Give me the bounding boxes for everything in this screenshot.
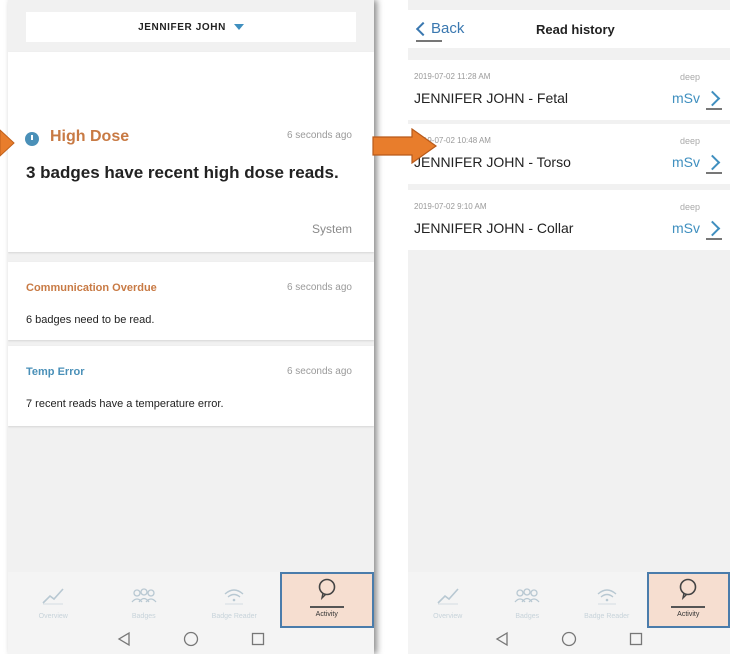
recents-square-icon[interactable] (251, 632, 265, 651)
communication-overdue-card[interactable]: Communication Overdue 6 seconds ago 6 ba… (8, 262, 374, 340)
chart-line-icon (42, 585, 64, 607)
nav-label: Activity (677, 611, 700, 618)
read-history-row[interactable]: 2019-07-02 11:28 AM JENNIFER JOHN - Feta… (408, 60, 730, 120)
read-depth: deep (679, 136, 700, 146)
back-underline (416, 40, 442, 42)
alert-time: 6 seconds ago (286, 366, 352, 377)
callout-arrow-icon (0, 129, 15, 157)
nav-label: Badge Reader (211, 613, 257, 620)
alert-time: 6 seconds ago (286, 282, 352, 293)
info-dot-icon (25, 132, 39, 146)
alert-title: Communication Overdue (26, 282, 157, 294)
read-name: JENNIFER JOHN - Fetal (414, 90, 569, 106)
recents-square-icon[interactable] (629, 632, 643, 651)
people-group-icon (514, 585, 540, 607)
nav-label: Activity (315, 611, 338, 618)
active-indicator (671, 606, 706, 608)
read-depth: deep (679, 72, 700, 82)
nav-label: Overview (433, 613, 463, 620)
nav-label: Badge Reader (584, 613, 630, 620)
nav-badges[interactable]: Badges (99, 572, 190, 628)
home-circle-icon[interactable] (561, 631, 577, 652)
read-date: 2019-07-02 9:10 AM (414, 202, 487, 211)
read-history-row[interactable]: 2019-07-02 10:48 AM JENNIFER JOHN - Tors… (408, 124, 730, 184)
alert-title: High Dose (50, 128, 130, 145)
nav-label: Badges (131, 613, 156, 620)
chart-line-icon (437, 585, 459, 607)
nav-label: Badges (515, 613, 540, 620)
alert-title: Temp Error (26, 366, 85, 378)
wifi-icon (596, 585, 618, 607)
nav-overview[interactable]: Overview (408, 572, 488, 628)
chevron-right-icon[interactable] (706, 220, 722, 240)
nav-activity[interactable]: Activity (279, 572, 374, 628)
speech-bubble-icon (317, 578, 337, 600)
bottom-nav: Overview Badges Badge Reader Activity (8, 572, 374, 628)
chevron-left-icon (415, 21, 431, 36)
people-group-icon (131, 585, 157, 607)
callout-arrow-icon (372, 128, 438, 164)
system-nav-bar (408, 628, 730, 654)
alert-message: 3 badges have recent high dose reads. (26, 163, 339, 182)
read-history-header: Back Read history (408, 10, 730, 48)
back-button[interactable]: Back (415, 20, 465, 37)
high-dose-alert-card[interactable]: High Dose 6 seconds ago 3 badges have re… (8, 52, 374, 252)
system-nav-bar (8, 628, 374, 654)
page-title: Read history (536, 22, 615, 37)
caret-down-icon (233, 24, 244, 30)
wifi-icon (223, 585, 245, 607)
bottom-nav: Overview Badges Badge Reader Activity (408, 572, 730, 628)
back-label: Back (431, 20, 465, 37)
back-triangle-icon[interactable] (117, 631, 131, 652)
nav-label: Overview (38, 613, 68, 620)
nav-badges[interactable]: Badges (488, 572, 568, 628)
read-unit: mSv (672, 220, 700, 236)
chevron-right-icon[interactable] (706, 90, 722, 110)
user-name: JENNIFER JOHN (138, 21, 226, 33)
nav-overview[interactable]: Overview (8, 572, 99, 628)
alerts-screen: JENNIFER JOHN High Dose 6 seconds ago 3 … (8, 0, 374, 654)
read-depth: deep (679, 202, 700, 212)
temp-error-card[interactable]: Temp Error 6 seconds ago 7 recent reads … (8, 346, 374, 426)
alert-message: 6 badges need to be read. (26, 314, 155, 326)
nav-badge-reader[interactable]: Badge Reader (567, 572, 647, 628)
active-indicator (309, 606, 344, 608)
nav-badge-reader[interactable]: Badge Reader (189, 572, 280, 628)
speech-bubble-icon (678, 578, 698, 600)
home-circle-icon[interactable] (183, 631, 199, 652)
user-selector[interactable]: JENNIFER JOHN (26, 12, 356, 42)
read-history-row[interactable]: 2019-07-02 9:10 AM JENNIFER JOHN - Colla… (408, 190, 730, 250)
back-triangle-icon[interactable] (495, 631, 509, 652)
read-history-screen: Back Read history 2019-07-02 11:28 AM JE… (408, 0, 730, 654)
alert-source: System (311, 222, 352, 236)
read-name: JENNIFER JOHN - Collar (414, 220, 574, 236)
alert-time: 6 seconds ago (286, 130, 352, 141)
nav-activity[interactable]: Activity (646, 572, 730, 628)
read-unit: mSv (672, 90, 700, 106)
read-date: 2019-07-02 11:28 AM (414, 72, 491, 81)
alert-message: 7 recent reads have a temperature error. (26, 398, 224, 410)
chevron-right-icon[interactable] (706, 154, 722, 174)
read-unit: mSv (672, 154, 700, 170)
